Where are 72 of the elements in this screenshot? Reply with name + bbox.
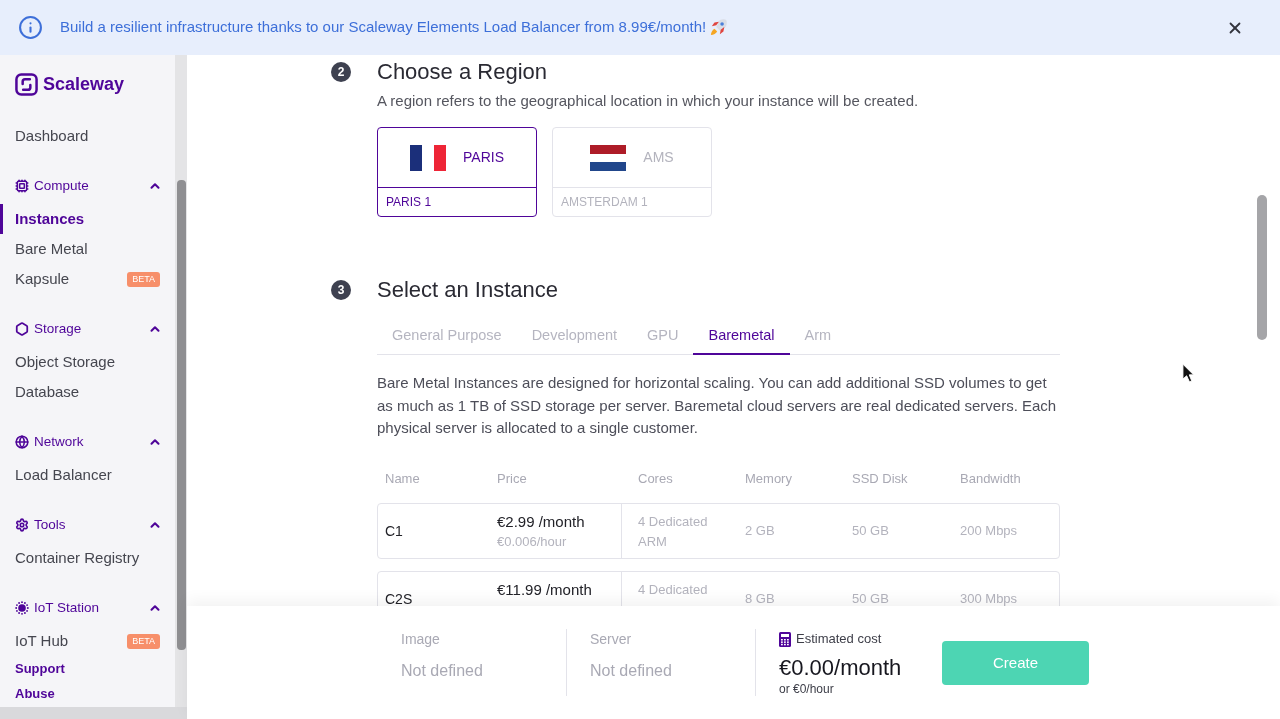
bandwidth-value: 200 Mbps bbox=[960, 523, 1018, 538]
summary-value: Not defined bbox=[590, 661, 672, 681]
column-header: Price bbox=[497, 470, 527, 486]
instance-name: C1 bbox=[385, 523, 403, 538]
info-icon bbox=[18, 15, 43, 40]
chip-icon bbox=[15, 179, 29, 193]
globe-icon bbox=[15, 435, 29, 449]
gear-icon bbox=[15, 518, 29, 532]
footer-link[interactable]: Abuse bbox=[0, 681, 175, 706]
beta-badge: BETA bbox=[127, 271, 160, 287]
nav-link[interactable]: Bare Metal bbox=[0, 234, 175, 264]
region-name: AMSTERDAM 1 bbox=[561, 194, 648, 211]
nav-link[interactable]: Database bbox=[0, 377, 175, 407]
section-toggle[interactable]: Network bbox=[0, 427, 175, 457]
estimate-label: Estimated cost bbox=[796, 630, 882, 648]
mouse-cursor-icon bbox=[1182, 363, 1195, 383]
ssd-value: 50 GB bbox=[852, 591, 889, 606]
region-card[interactable]: PARIS PARIS 1 bbox=[377, 127, 537, 217]
footer-link[interactable]: Support bbox=[0, 656, 175, 681]
rocket-icon bbox=[710, 19, 728, 36]
instance-row[interactable]: C1 €2.99 /month €0.006/hour 4 Dedicated ARM 2 GB 50 GB 200 Mbps bbox=[377, 502, 1060, 559]
nav-link[interactable]: Dashboard bbox=[0, 121, 175, 151]
step-description: A region refers to the geographical location in which your instance will be created. bbox=[377, 91, 920, 111]
column-header: SSD Disk bbox=[852, 470, 908, 486]
nav-link[interactable]: Kapsule BETA bbox=[0, 264, 175, 294]
section-toggle[interactable]: Compute bbox=[0, 171, 175, 201]
scrollbar-thumb[interactable] bbox=[1257, 195, 1267, 340]
step-title: Select an Instance bbox=[377, 276, 558, 304]
section-toggle[interactable]: Tools bbox=[0, 510, 175, 540]
bandwidth-value: 300 Mbps bbox=[960, 591, 1018, 606]
nav-link[interactable]: Load Balancer bbox=[0, 460, 175, 490]
column-header: Memory bbox=[745, 470, 792, 486]
cores-value: 4 Dedicated ARM bbox=[638, 512, 709, 551]
region-name: PARIS 1 bbox=[386, 194, 432, 211]
category-description: Bare Metal Instances are designed for horizontal scaling. You can add additional SSD volumes to get as much as 1 TB of SSD storage per server. Baremetal cloud servers are real dedicated servers. Each physical server is allocated to a single customer. bbox=[377, 373, 1058, 438]
hourly-price: €0.006/hour bbox=[497, 532, 568, 551]
dotted-circle-icon bbox=[15, 601, 29, 615]
category-tab[interactable]: Baremetal bbox=[693, 318, 790, 355]
flag-icon bbox=[410, 144, 446, 171]
region-code: PARIS bbox=[463, 148, 504, 167]
monthly-price: €11.99 /month bbox=[497, 579, 593, 600]
step-title: Choose a Region bbox=[377, 58, 547, 86]
nav-link[interactable]: Container Registry bbox=[0, 543, 175, 573]
flag-icon bbox=[590, 144, 627, 171]
beta-badge: BETA bbox=[127, 633, 160, 649]
calculator-icon bbox=[779, 631, 791, 647]
hexagon-icon bbox=[15, 322, 29, 336]
instance-name: C2S bbox=[385, 591, 413, 606]
monthly-cost: €0.00/month bbox=[779, 655, 902, 681]
memory-value: 2 GB bbox=[745, 523, 775, 538]
column-header: Bandwidth bbox=[960, 470, 1021, 486]
hourly-cost: or €0/hour bbox=[779, 681, 834, 697]
ssd-value: 50 GB bbox=[852, 523, 889, 538]
cores-value: 4 Dedicated bbox=[638, 580, 709, 599]
brand-name: Scaleway bbox=[43, 72, 125, 96]
nav-link[interactable]: IoT Hub BETA bbox=[0, 626, 175, 656]
summary-label: Image bbox=[401, 630, 440, 649]
column-header: Cores bbox=[638, 470, 673, 486]
step-number-badge: 2 bbox=[331, 62, 351, 82]
step-number-badge: 3 bbox=[331, 280, 351, 300]
logo-icon bbox=[15, 72, 38, 96]
scrollbar-thumb[interactable] bbox=[176, 180, 186, 650]
memory-value: 8 GB bbox=[745, 591, 775, 606]
region-code: AMS bbox=[643, 148, 674, 167]
summary-label: Server bbox=[590, 630, 632, 649]
section-toggle[interactable]: Storage bbox=[0, 314, 175, 344]
column-header: Name bbox=[385, 470, 420, 486]
monthly-price: €2.99 /month bbox=[497, 511, 586, 532]
section-toggle[interactable]: IoT Station bbox=[0, 593, 175, 623]
banner-text: Build a resilient infrastructure thanks to our Scaleway Elements Load Balancer from 8.99€/month! bbox=[60, 17, 707, 38]
summary-value: Not defined bbox=[401, 661, 483, 681]
nav-link[interactable]: Object Storage bbox=[0, 347, 175, 377]
